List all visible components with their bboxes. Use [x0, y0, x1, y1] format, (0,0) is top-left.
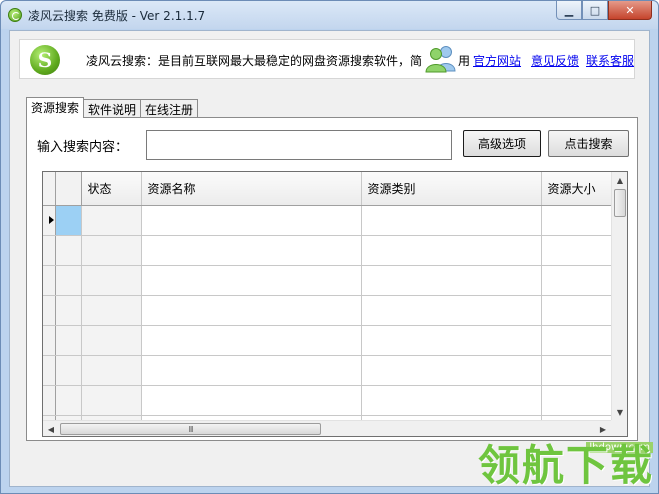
contact-support-link[interactable]: 联系客服	[586, 52, 634, 69]
horizontal-scroll-thumb[interactable]: III	[60, 423, 321, 435]
cell-size[interactable]	[541, 385, 613, 416]
row-header-column	[55, 172, 82, 206]
results-table: 状态 资源名称 资源类别 资源大小	[43, 172, 613, 420]
cell-status[interactable]	[81, 265, 142, 296]
results-grid[interactable]: 状态 资源名称 资源类别 资源大小 ▲ ▼ ◀ III ▶	[42, 171, 628, 437]
banner-text-tail: 用	[458, 54, 471, 68]
cell-category[interactable]	[361, 205, 542, 236]
app-icon	[8, 8, 22, 22]
search-input[interactable]	[146, 130, 452, 160]
scroll-down-icon[interactable]: ▼	[612, 404, 627, 420]
cell-size[interactable]	[541, 205, 613, 236]
cell-size[interactable]	[541, 265, 613, 296]
watermark-text: 领航下载	[478, 441, 655, 490]
cell-name[interactable]	[141, 295, 362, 326]
cell-status[interactable]	[81, 355, 142, 386]
vertical-scrollbar[interactable]: ▲ ▼	[611, 172, 627, 420]
scroll-left-icon[interactable]: ◀	[43, 421, 59, 436]
grid-corner	[43, 172, 56, 206]
cell-status[interactable]	[81, 205, 142, 236]
row-select-cell[interactable]	[55, 325, 82, 356]
cell-category[interactable]	[361, 295, 542, 326]
table-row[interactable]	[43, 355, 613, 386]
cell-name[interactable]	[141, 385, 362, 416]
banner-text: 凌风云搜索：是目前互联网最大最稳定的网盘资源搜索软件，简	[86, 54, 423, 68]
tab-software-guide[interactable]: 软件说明	[83, 99, 142, 117]
cell-size[interactable]	[541, 295, 613, 326]
minimize-button[interactable]: ▁	[556, 1, 582, 20]
row-header-cell[interactable]	[43, 235, 56, 266]
window-title: 凌风云搜索 免费版 - Ver 2.1.1.7	[28, 9, 206, 23]
table-row[interactable]	[43, 205, 613, 236]
row-arrow-icon	[49, 216, 54, 224]
column-header-category[interactable]: 资源类别	[361, 172, 542, 206]
close-button[interactable]: ✕	[608, 1, 652, 20]
row-select-cell[interactable]	[55, 205, 82, 236]
scroll-up-icon[interactable]: ▲	[612, 172, 627, 188]
column-header-name[interactable]: 资源名称	[141, 172, 362, 206]
tab-resource-search[interactable]: 资源搜索	[26, 97, 85, 118]
cell-status[interactable]	[81, 385, 142, 416]
table-row[interactable]	[43, 325, 613, 356]
row-header-cell[interactable]	[43, 385, 56, 416]
cell-name[interactable]	[141, 235, 362, 266]
watermark: lhdown.com 领航下载	[470, 432, 659, 494]
cell-category[interactable]	[361, 355, 542, 386]
row-header-cell[interactable]	[43, 265, 56, 296]
row-select-cell[interactable]	[55, 265, 82, 296]
app-window: 凌风云搜索 免费版 - Ver 2.1.1.7 ▁ □ ✕ S 凌风云搜索：是目…	[0, 0, 659, 494]
table-row[interactable]	[43, 295, 613, 326]
cell-size[interactable]	[541, 325, 613, 356]
row-select-cell[interactable]	[55, 295, 82, 326]
cell-name[interactable]	[141, 205, 362, 236]
cell-name[interactable]	[141, 325, 362, 356]
grid-viewport: 状态 资源名称 资源类别 资源大小	[43, 172, 613, 420]
table-row[interactable]	[43, 385, 613, 416]
cell-status[interactable]	[81, 235, 142, 266]
window-controls: ▁ □ ✕	[556, 1, 652, 20]
table-row[interactable]	[43, 235, 613, 266]
feedback-link[interactable]: 意见反馈	[531, 52, 579, 69]
search-button[interactable]: 点击搜索	[548, 130, 629, 157]
cell-size[interactable]	[541, 235, 613, 266]
row-header-cell[interactable]	[43, 205, 56, 236]
cell-category[interactable]	[361, 325, 542, 356]
cell-name[interactable]	[141, 265, 362, 296]
row-header-cell[interactable]	[43, 325, 56, 356]
official-site-link[interactable]: 官方网站	[473, 52, 521, 69]
skype-icon: S	[30, 45, 60, 75]
row-header-cell[interactable]	[43, 355, 56, 386]
cell-status[interactable]	[81, 295, 142, 326]
grid-body	[43, 205, 613, 420]
cell-category[interactable]	[361, 235, 542, 266]
cell-category[interactable]	[361, 385, 542, 416]
cell-name[interactable]	[141, 355, 362, 386]
column-header-status[interactable]: 状态	[81, 172, 142, 206]
info-banner: S 凌风云搜索：是目前互联网最大最稳定的网盘资源搜索软件，简 用 官方网站 意见…	[19, 39, 635, 79]
header-row: 状态 资源名称 资源类别 资源大小	[43, 172, 613, 206]
cell-size[interactable]	[541, 355, 613, 386]
tab-strip: 资源搜索 软件说明 在线注册	[26, 97, 199, 118]
advanced-options-button[interactable]: 高级选项	[463, 130, 541, 157]
maximize-button[interactable]: □	[582, 1, 608, 20]
title-bar[interactable]: 凌风云搜索 免费版 - Ver 2.1.1.7 ▁ □ ✕	[1, 1, 658, 29]
search-label: 输入搜索内容：	[37, 140, 129, 155]
users-icon	[425, 46, 456, 73]
row-select-cell[interactable]	[55, 235, 82, 266]
cell-category[interactable]	[361, 265, 542, 296]
client-area: S 凌风云搜索：是目前互联网最大最稳定的网盘资源搜索软件，简 用 官方网站 意见…	[9, 30, 650, 487]
cell-status[interactable]	[81, 325, 142, 356]
tab-online-register[interactable]: 在线注册	[140, 99, 199, 117]
row-select-cell[interactable]	[55, 355, 82, 386]
search-panel: 输入搜索内容： 高级选项 点击搜索 状态 资源名称 资源类别 资源大小 ▲ ▼ …	[26, 117, 638, 441]
row-header-cell[interactable]	[43, 295, 56, 326]
table-row[interactable]	[43, 265, 613, 296]
row-select-cell[interactable]	[55, 385, 82, 416]
vertical-scroll-thumb[interactable]	[614, 189, 626, 217]
column-header-size[interactable]: 资源大小	[541, 172, 613, 206]
